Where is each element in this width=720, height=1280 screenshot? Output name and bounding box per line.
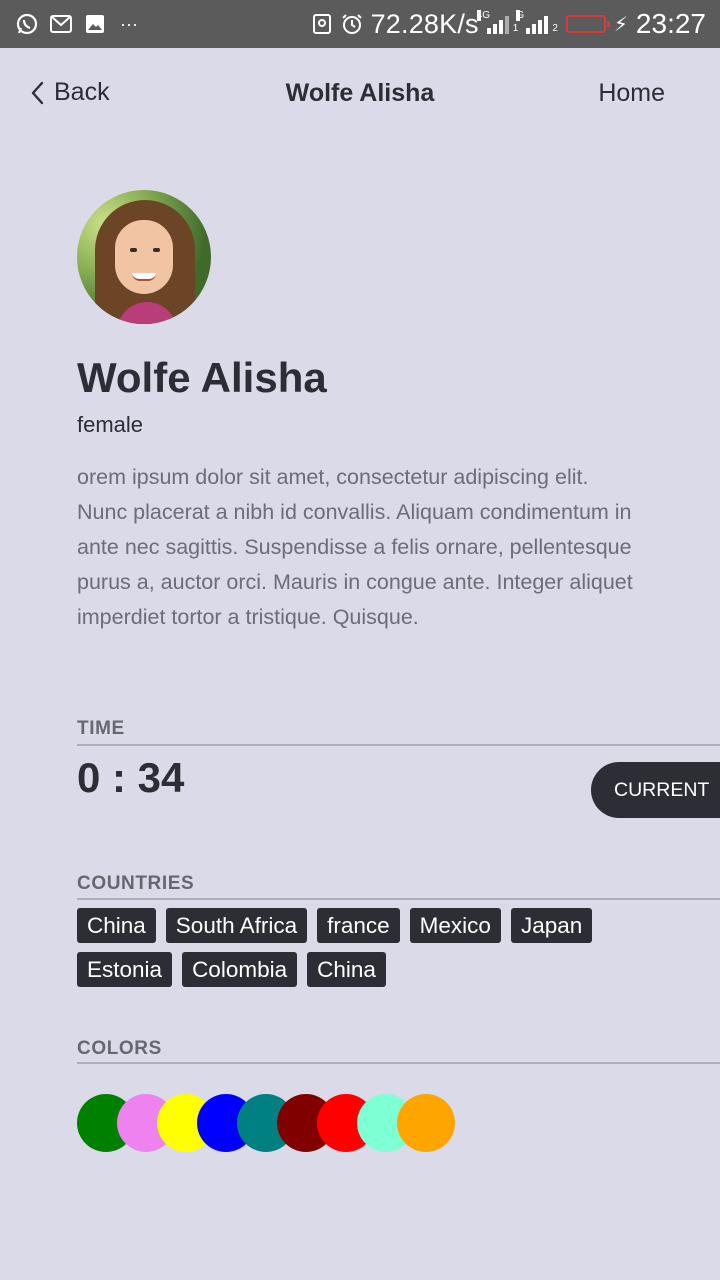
country-tag[interactable]: Japan	[510, 908, 593, 943]
country-tag[interactable]: Mexico	[409, 908, 501, 943]
more-notifications-icon: ···	[120, 13, 138, 34]
profile-bio: orem ipsum dolor sit amet, consectetur a…	[77, 465, 633, 629]
colors-divider	[77, 1062, 720, 1064]
current-button[interactable]: CURRENT	[591, 762, 720, 818]
countries-divider	[77, 898, 720, 900]
colors-section-label: COLORS	[77, 1038, 162, 1059]
country-tag[interactable]: france	[317, 908, 400, 943]
profile-gender: female	[77, 412, 144, 437]
nfc-icon	[311, 13, 333, 35]
navigation-bar: Back Wolfe Alisha Home	[0, 48, 720, 140]
country-tag[interactable]: Colombia	[182, 952, 298, 987]
battery-icon	[565, 15, 610, 33]
sim2-index: 2	[552, 23, 558, 34]
clock: 23:27	[635, 8, 706, 39]
charging-icon: ⚡	[613, 13, 628, 36]
signal-sim1-icon: 4G 1	[476, 10, 519, 34]
country-tag[interactable]: South Africa	[165, 908, 308, 943]
home-button[interactable]: Home	[598, 79, 665, 108]
alarm-icon	[341, 13, 363, 35]
network-speed: 72.28K/s	[370, 8, 479, 39]
signal-sim2-icon: G 2	[516, 10, 558, 34]
countries-section-label: COUNTRIES	[77, 873, 195, 894]
gmail-icon	[50, 13, 72, 35]
color-swatch[interactable]	[397, 1094, 455, 1152]
notification-icons: ···	[0, 13, 140, 35]
sim2-network-type: G	[516, 10, 525, 21]
system-icons: 72.28K/s 4G 1 G 2 ⚡ 23:27	[311, 0, 706, 48]
image-icon	[84, 13, 106, 35]
country-tag[interactable]: China	[77, 908, 156, 943]
avatar	[77, 190, 211, 324]
country-tag[interactable]: Estonia	[77, 952, 173, 987]
status-bar: ··· 72.28K/s 4G 1 G 2 ⚡ 23:27	[0, 0, 720, 48]
time-value: 0 : 34	[77, 754, 185, 801]
whatsapp-icon	[16, 13, 38, 35]
profile-name: Wolfe Alisha	[77, 354, 327, 401]
color-swatches	[77, 1094, 477, 1152]
time-section-label: TIME	[77, 718, 125, 739]
sim1-index: 1	[512, 23, 519, 34]
country-tag[interactable]: China	[307, 952, 386, 987]
sim1-network-type: 4G	[476, 10, 491, 21]
time-divider	[77, 744, 720, 746]
country-tags: China South Africa france Mexico Japan E…	[77, 908, 637, 987]
